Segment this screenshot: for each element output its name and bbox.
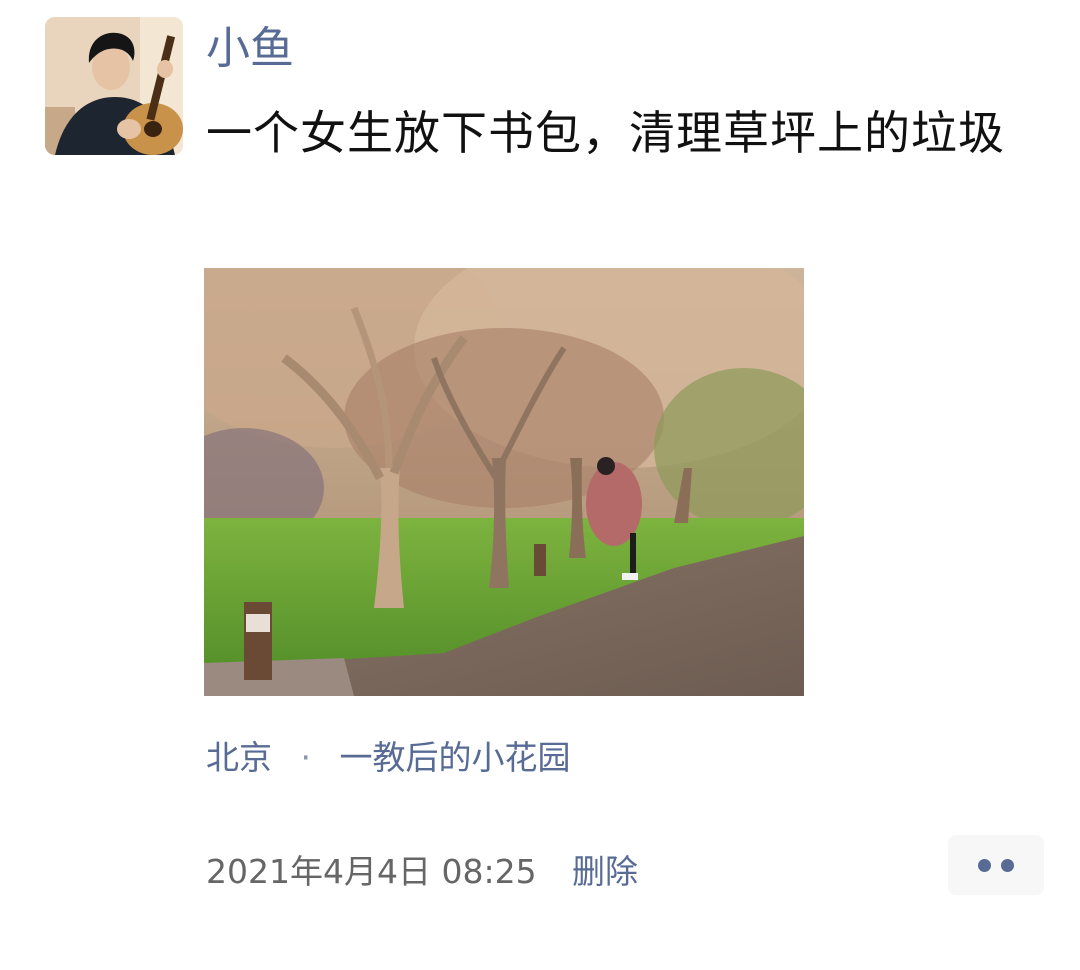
more-button[interactable] [948, 835, 1044, 895]
delete-button[interactable]: 删除 [572, 848, 638, 896]
avatar[interactable] [45, 17, 183, 155]
post-timestamp: 2021年4月4日 08:25 [206, 852, 537, 891]
more-dots-icon [1001, 859, 1014, 872]
location-separator: · [300, 738, 312, 777]
post-text: 一个女生放下书包，清理草坪上的垃圾 [206, 106, 1005, 160]
post-location[interactable]: 北京 · 一教后的小花园 [206, 734, 571, 782]
author-name[interactable]: 小鱼 [206, 20, 294, 78]
location-place: 一教后的小花园 [339, 738, 571, 777]
moments-post: 小鱼 一个女生放下书包，清理草坪上的垃圾 北京 · 一教后的小花园 2021年4… [0, 0, 1080, 970]
post-photo[interactable] [204, 268, 804, 696]
location-city: 北京 [206, 738, 272, 777]
more-dots-icon [978, 859, 991, 872]
